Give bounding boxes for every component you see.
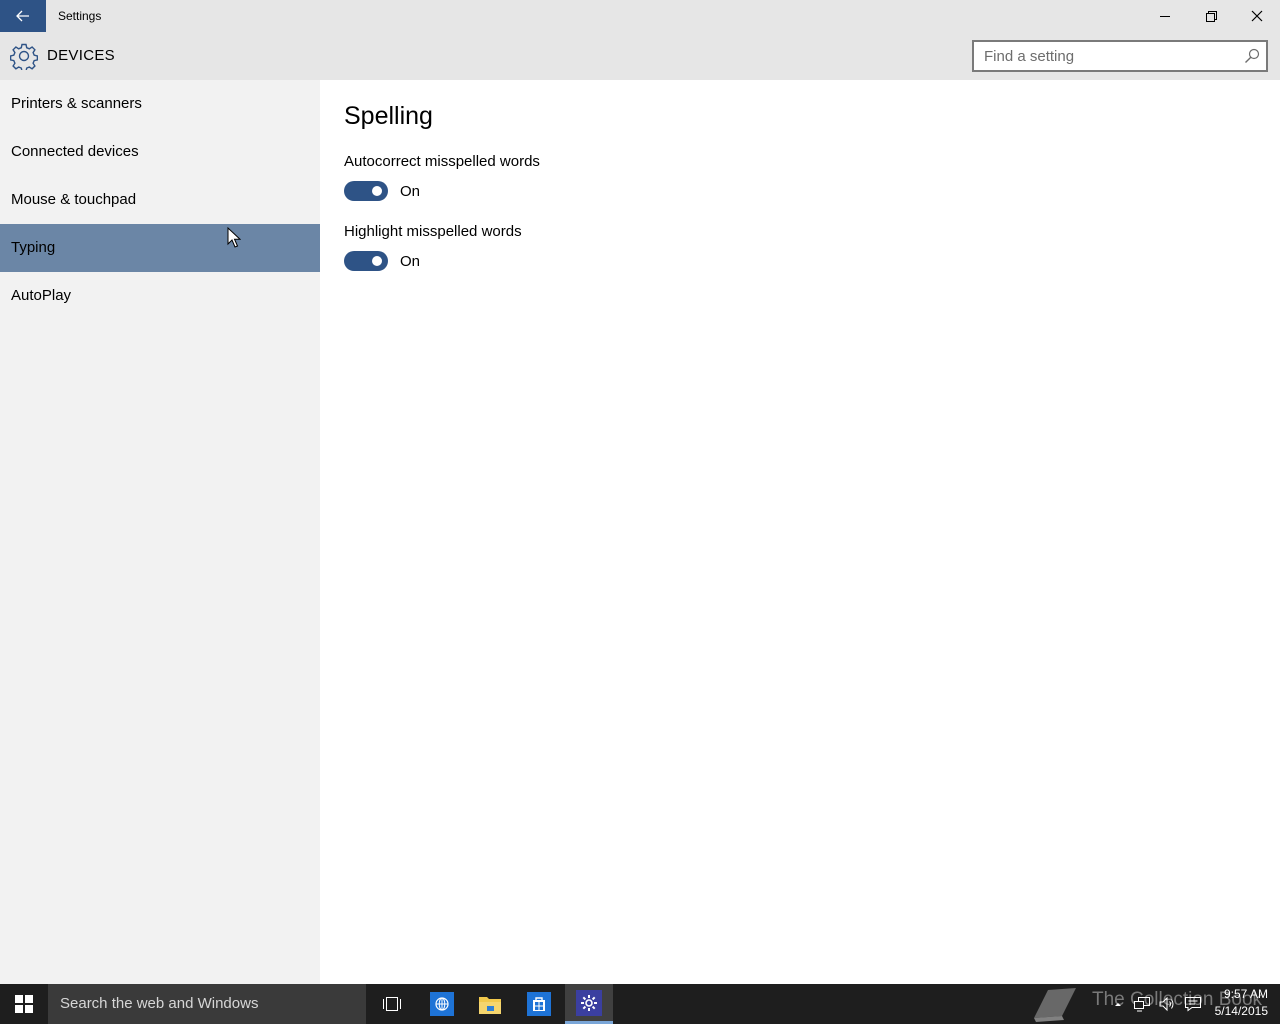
clock-date: 5/14/2015 <box>1214 1004 1268 1018</box>
back-arrow-icon <box>16 10 29 22</box>
toggle-knob <box>372 186 382 196</box>
highlight-state: On <box>400 253 421 270</box>
window-title: Settings <box>58 9 102 23</box>
search-icon[interactable] <box>1244 48 1260 64</box>
autocorrect-toggle[interactable] <box>344 181 388 201</box>
sidebar-item-typing[interactable]: Typing <box>0 224 320 272</box>
book-logo-icon <box>1034 988 1076 1022</box>
internet-explorer-icon <box>430 992 454 1016</box>
task-view-button[interactable] <box>368 984 416 1024</box>
sidebar-item-label: Mouse & touchpad <box>11 191 137 208</box>
action-center-button[interactable] <box>1183 994 1203 1014</box>
store-button[interactable] <box>515 984 563 1024</box>
sidebar-item-label: AutoPlay <box>11 287 72 304</box>
show-hidden-icons-button[interactable] <box>1108 994 1128 1014</box>
settings-icon <box>576 989 602 1016</box>
volume-button[interactable] <box>1157 994 1177 1014</box>
restore-button[interactable] <box>1188 0 1234 32</box>
close-button[interactable] <box>1234 0 1280 32</box>
start-button[interactable] <box>0 984 48 1024</box>
chevron-up-icon <box>1115 1003 1121 1006</box>
highlight-label: Highlight misspelled words <box>344 223 522 240</box>
close-icon <box>1251 10 1263 22</box>
taskbar: Search the web and Windows The Collectio… <box>0 984 1280 1024</box>
file-explorer-icon <box>479 997 501 1014</box>
sidebar: Printers & scanners Connected devices Mo… <box>0 80 320 984</box>
taskbar-search[interactable]: Search the web and Windows <box>48 984 366 1024</box>
main-content: Spelling Autocorrect misspelled words On… <box>320 80 1280 984</box>
sidebar-item-printers-scanners[interactable]: Printers & scanners <box>0 80 320 128</box>
search-box[interactable] <box>972 40 1268 72</box>
network-button[interactable] <box>1132 994 1152 1014</box>
search-input[interactable] <box>974 42 1244 70</box>
highlight-toggle[interactable] <box>344 251 388 271</box>
gear-icon <box>10 43 38 70</box>
minimize-icon <box>1160 16 1170 17</box>
sidebar-item-mouse-touchpad[interactable]: Mouse & touchpad <box>0 176 320 224</box>
restore-icon <box>1205 10 1217 22</box>
page-title: DEVICES <box>47 47 115 64</box>
clock-time: 9:57 AM <box>1223 987 1268 1001</box>
autocorrect-label: Autocorrect misspelled words <box>344 153 540 170</box>
sidebar-item-label: Typing <box>11 239 56 256</box>
settings-header: DEVICES <box>0 32 1280 80</box>
taskbar-clock[interactable]: 9:57 AM 5/14/2015 <box>1208 986 1268 1020</box>
task-view-icon <box>383 997 401 1011</box>
volume-icon <box>1159 996 1174 1012</box>
sidebar-item-autoplay[interactable]: AutoPlay <box>0 272 320 320</box>
settings-app-button[interactable] <box>565 984 613 1024</box>
autocorrect-state: On <box>400 183 421 200</box>
toggle-knob <box>372 256 382 266</box>
minimize-button[interactable] <box>1142 0 1188 32</box>
action-center-icon <box>1185 997 1201 1012</box>
sidebar-item-label: Printers & scanners <box>11 95 142 112</box>
windows-logo-icon <box>15 995 33 1013</box>
sidebar-item-label: Connected devices <box>11 143 139 160</box>
network-icon <box>1134 997 1150 1012</box>
internet-explorer-button[interactable] <box>418 984 466 1024</box>
back-button[interactable] <box>0 0 46 32</box>
sidebar-item-connected-devices[interactable]: Connected devices <box>0 128 320 176</box>
store-icon <box>527 992 551 1016</box>
title-bar: Settings <box>0 0 1280 32</box>
file-explorer-button[interactable] <box>466 984 514 1024</box>
section-title: Spelling <box>344 102 433 130</box>
